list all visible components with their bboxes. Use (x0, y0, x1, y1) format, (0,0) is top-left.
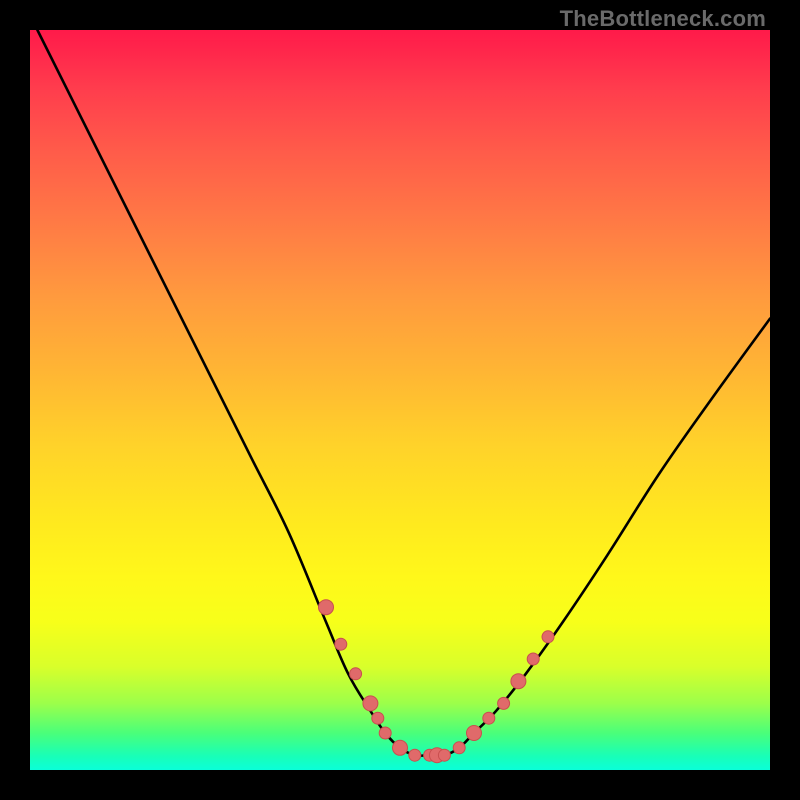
marker-dot (438, 749, 450, 761)
marker-dot (498, 697, 510, 709)
curve-markers (319, 600, 555, 763)
curve-line (37, 30, 770, 756)
marker-dot (409, 749, 421, 761)
marker-dot (350, 668, 362, 680)
marker-dot (542, 631, 554, 643)
marker-dot (527, 653, 539, 665)
marker-dot (319, 600, 334, 615)
marker-dot (483, 712, 495, 724)
marker-dot (511, 674, 526, 689)
plot-area (30, 30, 770, 770)
marker-dot (453, 742, 465, 754)
chart-svg (30, 30, 770, 770)
marker-dot (467, 726, 482, 741)
marker-dot (372, 712, 384, 724)
watermark-text: TheBottleneck.com (560, 6, 766, 32)
chart-frame: TheBottleneck.com (0, 0, 800, 800)
marker-dot (393, 740, 408, 755)
marker-dot (363, 696, 378, 711)
marker-dot (335, 638, 347, 650)
marker-dot (379, 727, 391, 739)
